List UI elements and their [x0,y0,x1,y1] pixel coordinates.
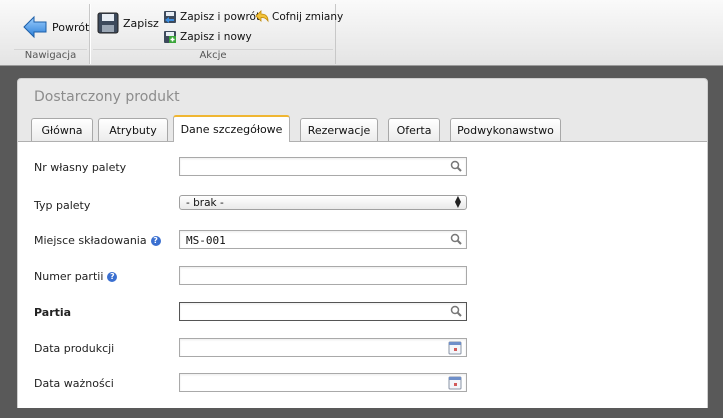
actions-group: Zapisz Zapisz i powrót Zapisz i nowy Cof… [90,4,343,64]
undo-icon [255,10,269,23]
batch-field[interactable] [179,302,467,321]
batch-number-label: Numer partii? [34,270,118,283]
pallet-type-value: - brak - [186,197,224,209]
save-and-back-button[interactable]: Zapisz i powrót [163,10,260,24]
storage-location-value: MS-001 [186,234,226,247]
production-date-row: Data produkcji [18,338,707,358]
calendar-icon[interactable] [448,341,462,355]
ribbon-toolbar: Powrót Nawigacja Zapisz Zapisz i powrót [0,0,723,66]
batch-number-row: Numer partii? [18,266,707,286]
pallet-type-select[interactable]: - brak - ▲ ▼ [179,195,467,210]
pallet-own-number-label: Nr własny palety [34,161,127,174]
search-icon[interactable] [450,233,462,245]
navigation-group: Powrót Nawigacja [12,4,90,64]
expiry-date-field[interactable] [179,373,467,392]
select-arrows-icon: ▲ ▼ [454,194,461,209]
save-and-back-label: Zapisz i powrót [180,11,261,23]
production-date-label: Data produkcji [34,342,115,355]
tab-attributes[interactable]: Atrybuty [98,118,168,141]
navigation-group-label: Nawigacja [24,50,77,61]
pallet-own-number-row: Nr własny palety [18,157,707,177]
batch-number-field[interactable] [179,266,467,285]
save-and-back-icon [164,11,176,23]
save-and-new-icon [164,31,176,43]
tab-main[interactable]: Główna [31,118,93,141]
save-and-new-button[interactable]: Zapisz i nowy [163,30,252,44]
search-icon[interactable] [450,305,462,317]
expiry-date-row: Data ważności [18,373,707,393]
pallet-type-row: Typ palety - brak - ▲ ▼ [18,195,707,215]
calendar-icon[interactable] [448,376,462,390]
back-button[interactable]: Powrót [22,14,89,40]
storage-location-label: Miejsce składowania? [34,234,161,247]
tab-subcontracting[interactable]: Podwykonawstwo [450,118,561,141]
batch-label: Partia [34,306,72,319]
window-title: Dostarczony produkt [34,89,180,105]
details-panel: Nr własny palety Typ palety - brak - ▲ ▼ … [18,141,707,408]
tab-offer[interactable]: Oferta [388,118,440,141]
tab-reservations[interactable]: Rezerwacje [300,118,378,141]
save-button-label: Zapisz [123,16,159,30]
actions-group-label: Akcje [199,50,227,61]
help-icon[interactable]: ? [150,235,161,246]
search-icon[interactable] [450,160,462,172]
save-button[interactable]: Zapisz [97,12,159,34]
pallet-own-number-field[interactable] [179,157,467,176]
expiry-date-label: Data ważności [34,377,114,390]
product-window: Dostarczony produkt Główna Atrybuty Dane… [17,78,708,408]
undo-changes-label: Cofnij zmiany [272,11,344,23]
back-button-label: Powrót [52,20,90,34]
help-icon[interactable]: ? [107,271,118,282]
batch-row: Partia [18,302,707,322]
production-date-field[interactable] [179,338,467,357]
storage-location-row: Miejsce składowania? MS-001 [18,230,707,250]
undo-changes-button[interactable]: Cofnij zmiany [255,10,343,24]
tab-details[interactable]: Dane szczegółowe [173,115,290,142]
floppy-disk-icon [97,12,119,34]
save-and-new-label: Zapisz i nowy [180,31,252,43]
pallet-type-label: Typ palety [34,199,91,212]
back-arrow-icon [23,15,47,39]
storage-location-field[interactable]: MS-001 [179,230,467,249]
